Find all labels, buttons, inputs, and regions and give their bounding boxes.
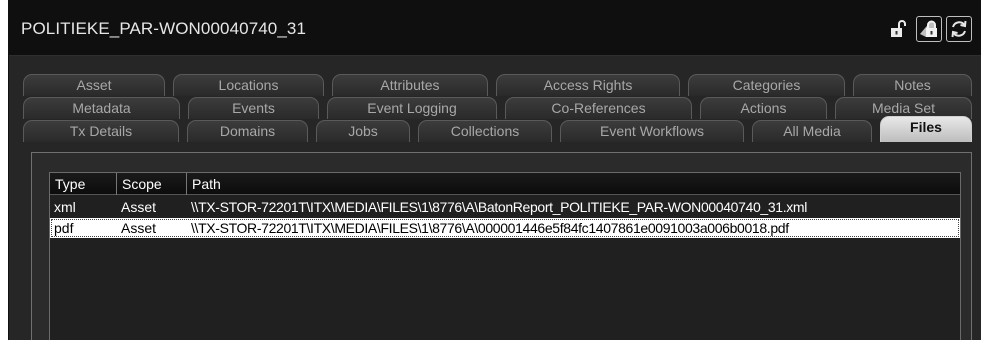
column-header-scope[interactable]: Scope (117, 173, 187, 195)
tab-access-rights[interactable]: Access Rights (496, 74, 680, 96)
tab-row-3: Tx Details Domains Jobs Collections Even… (23, 116, 972, 142)
table-row[interactable]: xml Asset \\TX-STOR-72201T\ITX\MEDIA\FIL… (50, 197, 960, 217)
refresh-icon[interactable] (946, 16, 972, 42)
title-bar: POLITIEKE_PAR-WON00040740_31 (9, 0, 981, 56)
tab-event-logging[interactable]: Event Logging (327, 97, 497, 119)
cell-scope: Asset (121, 199, 157, 215)
tab-locations[interactable]: Locations (173, 74, 324, 96)
tab-row-2: Metadata Events Event Logging Co-Referen… (23, 97, 972, 119)
tab-jobs[interactable]: Jobs (316, 120, 410, 142)
files-panel: Type Scope Path xml Asset \\TX-STOR-7220… (31, 152, 972, 340)
tab-domains[interactable]: Domains (187, 120, 308, 142)
tab-event-workflows[interactable]: Event Workflows (560, 120, 744, 142)
column-header-type[interactable]: Type (50, 173, 117, 195)
tab-attributes[interactable]: Attributes (332, 74, 488, 96)
cell-path: \\TX-STOR-72201T\ITX\MEDIA\FILES\1\8776\… (191, 199, 807, 215)
cell-type: xml (54, 199, 76, 215)
unlock-icon[interactable] (886, 16, 912, 42)
tab-files[interactable]: Files (880, 116, 972, 142)
tab-notes[interactable]: Notes (853, 74, 972, 96)
tab-asset[interactable]: Asset (23, 74, 165, 96)
column-header-path[interactable]: Path (187, 173, 960, 195)
tab-actions[interactable]: Actions (700, 97, 827, 119)
cell-type: pdf (54, 220, 74, 236)
tab-strip: Asset Locations Attributes Access Rights… (23, 74, 972, 156)
tab-co-references[interactable]: Co-References (505, 97, 692, 119)
tab-metadata[interactable]: Metadata (23, 97, 180, 119)
window-title: POLITIEKE_PAR-WON00040740_31 (21, 19, 307, 38)
table-row[interactable]: pdf Asset \\TX-STOR-72201T\ITX\MEDIA\FIL… (50, 218, 960, 238)
title-bar-actions (886, 16, 972, 42)
lock-icon[interactable] (916, 16, 942, 42)
tab-all-media[interactable]: All Media (752, 120, 872, 142)
cell-scope: Asset (121, 220, 157, 236)
tab-tx-details[interactable]: Tx Details (23, 120, 179, 142)
tab-categories[interactable]: Categories (688, 74, 845, 96)
cell-path: \\TX-STOR-72201T\ITX\MEDIA\FILES\1\8776\… (191, 220, 789, 236)
files-table: Type Scope Path xml Asset \\TX-STOR-7220… (49, 172, 961, 340)
tab-row-1: Asset Locations Attributes Access Rights… (23, 74, 972, 96)
tab-events[interactable]: Events (188, 97, 319, 119)
asset-window: POLITIEKE_PAR-WON00040740_31 Asset Locat… (8, 0, 981, 340)
table-header: Type Scope Path (50, 173, 960, 195)
tab-collections[interactable]: Collections (418, 120, 552, 142)
